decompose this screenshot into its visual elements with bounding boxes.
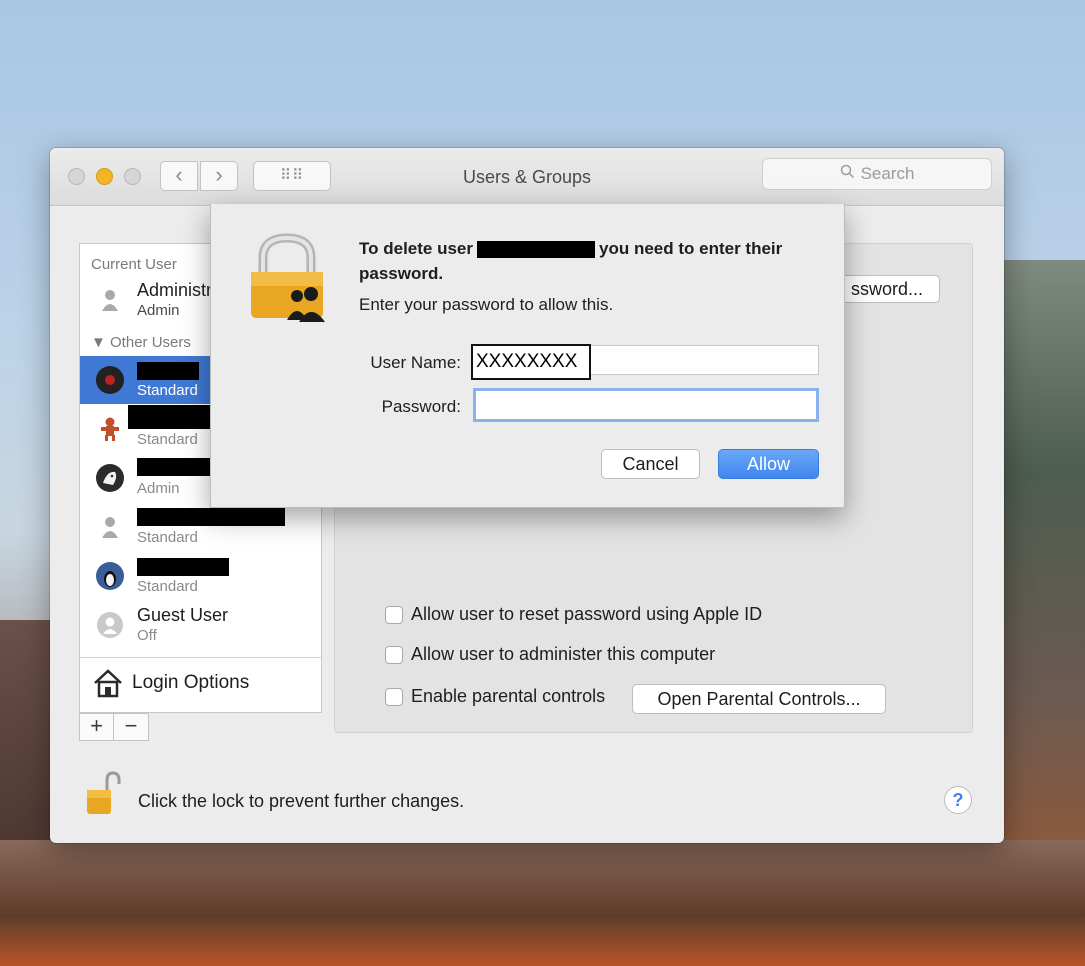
redacted-name — [137, 558, 229, 576]
redacted-name — [137, 362, 199, 380]
open-parental-controls-button[interactable]: Open Parental Controls... — [632, 684, 886, 714]
username-value: XXXXXXXX — [471, 344, 591, 380]
dialog-title-prefix: To delete user — [359, 239, 473, 258]
title-bar: ‹ › ⠿⠿ Users & Groups Search — [50, 148, 1004, 206]
administer-computer-checkbox[interactable] — [385, 646, 403, 664]
current-user-name: Administr — [137, 280, 213, 300]
guest-user-name: Guest User — [137, 605, 229, 625]
user-role: Standard — [137, 382, 198, 399]
other-users-header: ▼ Other Users — [91, 334, 191, 351]
parental-controls-checkbox[interactable] — [385, 688, 403, 706]
add-user-button[interactable]: + — [80, 714, 114, 740]
password-label: Password: — [381, 397, 461, 416]
locked-padlock-icon — [251, 233, 325, 322]
allow-button[interactable]: Allow — [718, 449, 819, 479]
help-button[interactable]: ? — [944, 786, 972, 814]
guest-user-row[interactable]: Guest User Off — [80, 601, 321, 649]
user-silhouette-icon — [102, 517, 118, 538]
search-placeholder: Search — [860, 164, 915, 183]
user-avatar — [96, 366, 124, 394]
user-silhouette-icon — [102, 290, 118, 311]
password-field[interactable] — [473, 388, 819, 422]
other-users-header-label: Other Users — [110, 334, 191, 351]
user-role: Standard — [137, 431, 198, 448]
search-field[interactable]: Search — [762, 158, 992, 190]
authentication-dialog: To delete user you need to enter their pa… — [210, 204, 845, 508]
lock-status-text: Click the lock to prevent further change… — [138, 791, 465, 811]
login-options-item[interactable]: Login Options — [80, 657, 321, 709]
eagle-avatar — [96, 464, 124, 492]
current-user-role: Admin — [137, 302, 180, 319]
guest-user-icon — [97, 612, 123, 638]
desktop-wallpaper-bottom — [0, 840, 1085, 966]
cancel-button[interactable]: Cancel — [601, 449, 700, 479]
checkbox-label: Allow user to reset password using Apple… — [411, 604, 763, 624]
guest-user-status: Off — [137, 627, 157, 644]
user-row[interactable]: Standard — [80, 503, 321, 551]
search-icon — [840, 164, 854, 179]
unlocked-padlock-icon[interactable] — [85, 770, 121, 816]
user-role: Admin — [137, 480, 180, 497]
remove-user-button[interactable]: − — [114, 714, 148, 740]
redacted-username — [477, 241, 595, 259]
login-options-label: Login Options — [132, 672, 250, 693]
user-role: Standard — [137, 578, 198, 595]
user-role: Standard — [137, 529, 198, 546]
reset-with-apple-id-checkbox[interactable] — [385, 606, 403, 624]
penguin-avatar — [96, 562, 124, 590]
redacted-name — [137, 508, 285, 526]
current-user-header: Current User — [91, 256, 177, 273]
disclosure-triangle-icon[interactable]: ▼ — [91, 334, 110, 351]
checkbox-label: Enable parental controls — [411, 686, 606, 706]
redacted-name — [128, 405, 214, 429]
checkbox-label: Allow user to administer this computer — [411, 644, 716, 664]
gingerbread-avatar — [101, 417, 119, 441]
dialog-title: To delete user you need to enter their pa… — [359, 236, 819, 286]
house-icon — [94, 669, 122, 698]
dialog-subtitle: Enter your password to allow this. — [359, 295, 614, 314]
username-label: User Name: — [370, 353, 461, 372]
add-remove-control: + − — [79, 713, 149, 741]
user-row[interactable]: Standard — [80, 552, 321, 600]
redacted-name — [137, 458, 211, 476]
